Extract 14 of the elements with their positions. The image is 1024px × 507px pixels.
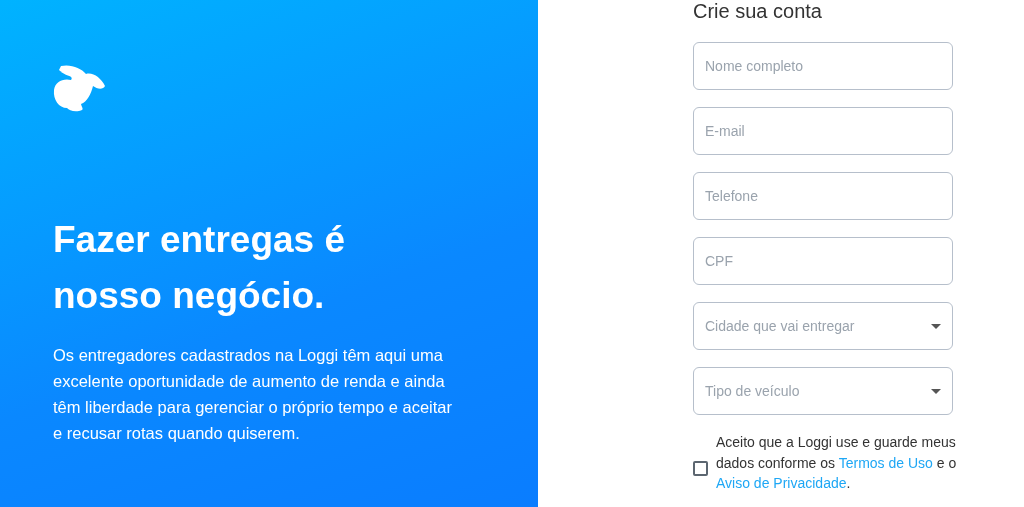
caret-icon xyxy=(931,323,941,329)
input-field[interactable]: Nome completo xyxy=(693,42,953,90)
dropdown-field[interactable]: Tipo de veículo xyxy=(693,367,953,415)
consent-text: Aceito que a Loggi use e guarde meus dados conforme os Termos de Uso e o Aviso de Privacidade. xyxy=(716,433,958,493)
headline: Fazer entregas é nosso negócio. xyxy=(53,218,347,318)
caret-icon xyxy=(931,388,941,394)
description: Os entregadores cadastrados na Loggi têm aqui uma excelente oportunidade de aumento de renda e ainda têm liberdade para gerenciar o próprio tempo e aceitar e recusar rotas quando quiserem. xyxy=(53,345,453,444)
dropdown-field[interactable]: Cidade que vai entregar xyxy=(693,302,953,350)
form-title: Crie sua conta xyxy=(693,0,823,22)
input-field[interactable]: E-mail xyxy=(693,107,953,155)
input-field[interactable]: CPF xyxy=(693,237,953,285)
input-field[interactable]: Telefone xyxy=(693,172,953,220)
link[interactable]: Termos de Uso xyxy=(838,454,933,471)
checkbox[interactable] xyxy=(693,461,708,476)
